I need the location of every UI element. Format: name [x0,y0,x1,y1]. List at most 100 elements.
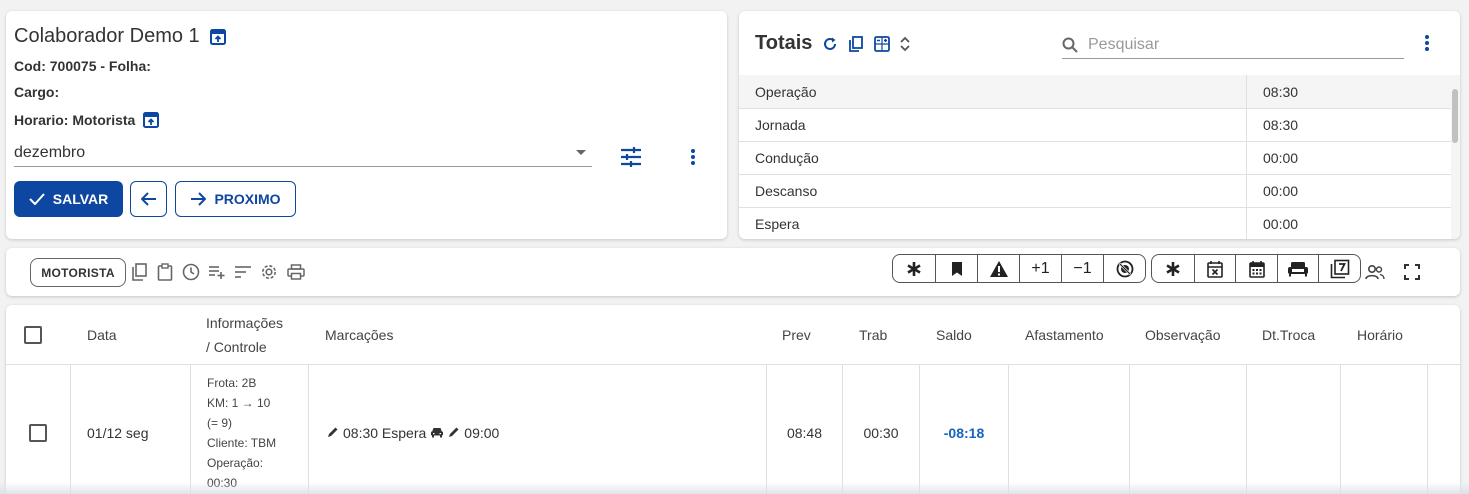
info-line: Cliente: TBM [207,435,277,450]
totais-row-label: Operação [739,75,1247,108]
arrow-right-icon [191,192,207,206]
header-trab[interactable]: Trab [859,305,887,365]
supervisor-account-icon[interactable] [1364,261,1386,283]
header-dt-troca[interactable]: Dt.Troca [1262,305,1315,365]
employee-cod: Cod: 700075 - Folha: [14,58,151,74]
header-info-line2: / Controle [206,339,267,355]
row-horario[interactable] [1341,365,1428,494]
header-saldo[interactable]: Saldo [936,305,972,365]
row-trab: 00:30 [843,365,920,494]
row-afastamento[interactable] [1009,365,1130,494]
open-in-new-icon[interactable] [209,28,226,45]
row-observacao[interactable] [1130,365,1247,494]
totais-table: Operação 08:30 Jornada 08:30 Condução 00:00… [739,75,1451,239]
row-info: Frota: 2B KM: 1 → 10 (= 9) Cliente: TBM … [191,365,309,494]
totais-row-value: 08:30 [1263,83,1299,100]
event-busy-icon[interactable] [1193,255,1236,282]
table-header: Data Informações / Controle Marcações Pr… [6,305,1460,365]
row-select-cell[interactable] [6,365,71,494]
sofa-icon[interactable] [1276,255,1319,282]
totais-row-value: 00:00 [1263,216,1299,232]
minus-one-button[interactable]: −1 [1061,255,1103,282]
table-row[interactable]: 01/12 seg Frota: 2B KM: 1 → 10 (= 9) Cli… [6,365,1460,494]
totais-card: Totais Operação 08:30 Jornada 08:30 Conduç… [739,11,1460,239]
info-line: (= 9) [207,415,233,430]
copy-icon[interactable] [848,35,864,52]
block-icon[interactable] [1103,255,1145,282]
totais-row-value: 00:00 [1263,183,1299,199]
bookmark-icon[interactable] [935,255,977,282]
scrollbar-thumb[interactable] [1452,89,1458,143]
bottom-shade [0,482,1469,494]
month-select-value: dezembro [14,143,86,161]
totais-row-label: Descanso [739,175,1247,207]
header-observacao[interactable]: Observação [1145,305,1220,365]
tune-icon[interactable] [620,147,642,167]
clock-icon[interactable] [180,261,202,283]
check-icon [29,193,45,205]
row-dt-troca[interactable] [1247,365,1341,494]
refresh-icon[interactable] [822,36,838,52]
car-icon [430,425,444,441]
totais-row-label: Espera [739,208,1247,239]
header-info-line1: Informações [206,315,284,331]
pencil-icon[interactable] [448,425,460,441]
header-prev[interactable]: Prev [782,305,811,365]
totais-header: Totais [755,32,911,55]
paste-icon[interactable] [154,261,176,283]
totais-row: Jornada 08:30 [739,108,1451,141]
settings-icon[interactable] [258,261,280,283]
calculate-icon[interactable] [874,35,891,52]
totais-row-value: 08:30 [1263,117,1299,133]
header-info[interactable]: Informações / Controle [206,305,283,365]
previous-button[interactable] [130,181,167,217]
marcacao-1: 08:30 Espera [343,424,427,441]
save-button-label: SALVAR [52,191,109,207]
header-afastamento[interactable]: Afastamento [1025,305,1104,365]
employee-name: Colaborador Demo 1 [14,25,200,47]
totais-search[interactable] [1062,31,1404,59]
select-all-cell[interactable] [24,305,42,365]
warning-icon[interactable] [977,255,1019,282]
row-prev: 08:48 [767,365,843,494]
asterisk-icon[interactable] [893,255,935,282]
fullscreen-icon[interactable] [1401,261,1423,283]
open-horario-icon[interactable] [143,112,160,128]
row-checkbox[interactable] [29,423,47,442]
totais-row-value: 00:00 [1263,150,1299,166]
asterisk-icon[interactable] [1152,255,1194,282]
row-marcacoes[interactable]: 08:30 Espera 09:00 [309,365,767,494]
info-line: KM: 1 → 10 [207,395,271,410]
save-button[interactable]: SALVAR [14,181,123,217]
more-vert-icon[interactable] [690,148,696,166]
totais-row-label: Condução [739,142,1247,174]
search-icon [1062,37,1078,53]
totais-row: Espera 00:00 [739,207,1451,239]
pencil-icon[interactable] [327,425,339,441]
arrow-left-icon [140,192,156,206]
copy-icon[interactable] [128,261,150,283]
totais-more-vert-icon[interactable] [1424,34,1430,52]
header-data[interactable]: Data [87,305,117,365]
plus-one-button[interactable]: +1 [1019,255,1061,282]
month-select[interactable]: dezembro [14,139,592,167]
header-marcacoes[interactable]: Marcações [325,305,393,365]
playlist-add-icon[interactable] [206,261,228,283]
sort-icon[interactable] [232,261,254,283]
row-data: 01/12 seg [71,365,191,494]
totais-row: Operação 08:30 [739,75,1451,108]
print-icon[interactable] [285,261,307,283]
unfold-icon[interactable] [900,36,911,52]
next-button[interactable]: PROXIMO [175,181,296,217]
header-horario[interactable]: Horário [1357,305,1403,365]
motorista-chip[interactable]: MOTORISTA [30,258,126,287]
filter-7-icon[interactable] [1318,255,1360,282]
totais-title: Totais [755,32,813,54]
totais-scrollbar[interactable] [1451,75,1460,239]
next-button-label: PROXIMO [214,191,281,207]
calendar-icon[interactable] [1235,255,1277,282]
totais-row: Descanso 00:00 [739,174,1451,207]
totais-row: Condução 00:00 [739,141,1451,174]
select-all-checkbox[interactable] [24,326,42,344]
search-input[interactable] [1088,35,1378,54]
